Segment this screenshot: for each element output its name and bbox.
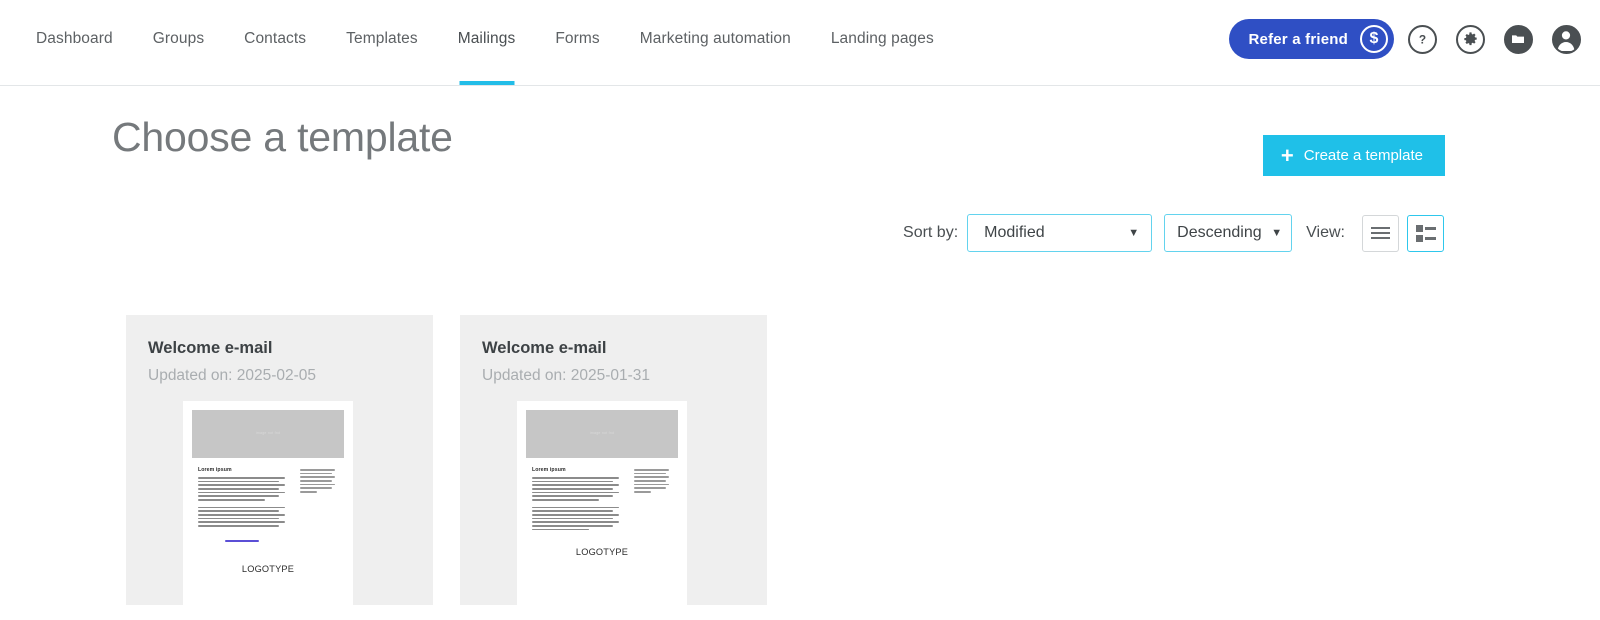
thumbnail-paragraph — [532, 507, 627, 531]
refer-a-friend-label: Refer a friend — [1249, 31, 1349, 48]
sort-field-value: Modified — [984, 224, 1044, 242]
template-title: Welcome e-mail — [148, 339, 272, 358]
nav-item-landing-pages[interactable]: Landing pages — [811, 28, 954, 50]
nav-item-mailings[interactable]: Mailings — [438, 28, 536, 50]
chevron-down-icon: ▼ — [1128, 228, 1139, 239]
list-lines-icon — [1371, 227, 1390, 239]
nav-item-contacts[interactable]: Contacts — [224, 28, 326, 50]
template-title: Welcome e-mail — [482, 339, 606, 358]
user-menu-button[interactable] — [1546, 19, 1586, 59]
nav-item-marketing-automation[interactable]: Marketing automation — [620, 28, 811, 50]
template-updated-date: Updated on: 2025-02-05 — [148, 367, 316, 385]
settings-button[interactable] — [1450, 19, 1490, 59]
help-icon: ? — [1408, 25, 1437, 54]
thumbnail-logotype: LOGOTYPE — [192, 564, 344, 574]
thumbnail-paragraph — [198, 507, 293, 547]
page-header: Choose a template + Create a template — [0, 86, 1600, 204]
thumbnail-link-line — [225, 540, 259, 542]
nav-item-forms[interactable]: Forms — [535, 28, 619, 50]
nav-item-groups[interactable]: Groups — [133, 28, 224, 50]
create-template-button[interactable]: + Create a template — [1263, 135, 1445, 176]
thumbnail-heading: Lorem ipsum — [532, 467, 627, 473]
thumbnail-body: Lorem ipsum — [192, 458, 344, 553]
top-navigation-bar: Dashboard Groups Contacts Templates Mail… — [0, 0, 1600, 86]
user-avatar-icon — [1552, 25, 1581, 54]
gear-icon — [1456, 25, 1485, 54]
thumbnail-heading: Lorem ipsum — [198, 467, 293, 473]
list-view-button[interactable] — [1362, 215, 1399, 252]
thumbnail-hero-placeholder-text: image not fnd — [590, 431, 614, 436]
nav-item-dashboard[interactable]: Dashboard — [16, 28, 133, 50]
template-card[interactable]: Welcome e-mail Updated on: 2025-02-05 im… — [126, 315, 433, 605]
thumbnail-main-column: Lorem ipsum — [198, 467, 293, 553]
template-grid: Welcome e-mail Updated on: 2025-02-05 im… — [126, 315, 767, 605]
thumbnail-side-column — [634, 467, 672, 536]
nav-item-templates[interactable]: Templates — [326, 28, 438, 50]
thumbnail-paragraph — [532, 477, 627, 501]
template-card[interactable]: Welcome e-mail Updated on: 2025-01-31 im… — [460, 315, 767, 605]
nav-right-actions: Refer a friend $ ? — [1229, 0, 1587, 86]
thumbnail-side-column — [300, 467, 338, 553]
grid-view-button[interactable] — [1407, 215, 1444, 252]
svg-text:?: ? — [1418, 32, 1425, 46]
thumbnail-hero-placeholder: image not fnd — [192, 410, 344, 458]
sort-by-label: Sort by: — [903, 224, 958, 242]
template-thumbnail[interactable]: image not fnd Lorem ipsum — [183, 401, 353, 605]
create-template-label: Create a template — [1304, 147, 1423, 164]
page-title: Choose a template — [112, 114, 453, 161]
template-thumbnail[interactable]: image not fnd Lorem ipsum — [517, 401, 687, 605]
chevron-down-icon: ▼ — [1271, 228, 1282, 239]
templates-toolbar: Sort by: Modified ▼ Descending ▼ View: — [0, 204, 1600, 276]
help-button[interactable]: ? — [1402, 19, 1442, 59]
plus-icon: + — [1281, 145, 1294, 167]
thumbnail-logotype: LOGOTYPE — [526, 547, 678, 557]
refer-a-friend-button[interactable]: Refer a friend $ — [1229, 19, 1395, 59]
grid-tiles-icon — [1416, 225, 1436, 242]
thumbnail-paragraph — [198, 477, 293, 501]
thumbnail-body: Lorem ipsum — [526, 458, 678, 536]
view-label: View: — [1306, 224, 1345, 242]
thumbnail-hero-placeholder: image not fnd — [526, 410, 678, 458]
thumbnail-hero-placeholder-text: image not fnd — [256, 431, 280, 436]
template-updated-date: Updated on: 2025-01-31 — [482, 367, 650, 385]
sort-order-value: Descending — [1177, 224, 1262, 242]
thumbnail-main-column: Lorem ipsum — [532, 467, 627, 536]
sort-order-select[interactable]: Descending ▼ — [1164, 214, 1292, 252]
sort-field-select[interactable]: Modified ▼ — [967, 214, 1152, 252]
dollar-icon: $ — [1360, 25, 1388, 53]
folder-icon — [1504, 25, 1533, 54]
folder-button[interactable] — [1498, 19, 1538, 59]
